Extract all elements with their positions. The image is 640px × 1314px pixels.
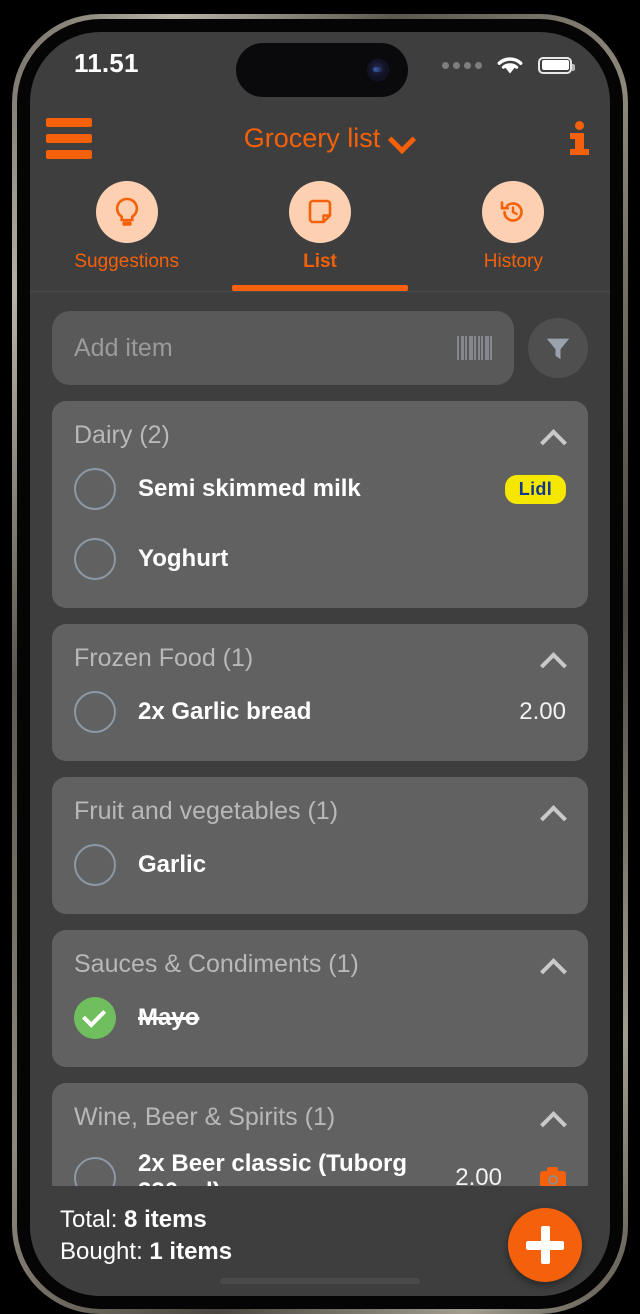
tab-list[interactable]: List [223,180,416,291]
category-card: Sauces & Condiments (1) Mayo [52,930,588,1067]
category-header[interactable]: Fruit and vegetables (1) [52,781,588,830]
wifi-icon [497,57,523,74]
item-checkbox[interactable] [74,997,116,1039]
total-value: 8 items [124,1206,207,1233]
list-title-selector[interactable]: Grocery list [92,123,564,154]
page-title: Grocery list [243,122,381,153]
barcode-icon[interactable] [457,336,492,360]
category-title: Frozen Food (1) [74,644,254,672]
tab-suggestions[interactable]: Suggestions [30,180,223,291]
add-item-button[interactable] [508,1208,582,1282]
add-item-placeholder: Add item [74,333,173,362]
category-header[interactable]: Wine, Beer & Spirits (1) [52,1087,588,1136]
item-checkbox[interactable] [74,691,116,733]
dynamic-island [236,43,408,97]
category-header[interactable]: Dairy (2) [52,405,588,454]
category-card: Frozen Food (1) 2x Garlic bread 2.00 [52,624,588,761]
chevron-up-icon[interactable] [540,1105,566,1131]
item-name: Mayo [138,1004,200,1031]
note-icon [288,181,351,243]
category-card: Fruit and vegetables (1) Garlic [52,777,588,914]
status-clock: 11.51 [74,47,139,78]
front-camera-icon [368,60,388,80]
store-badge: Lidl [504,474,566,504]
tab-label: History [483,251,543,272]
list-item[interactable]: Garlic [52,830,588,900]
status-indicators [442,50,575,76]
category-title: Sauces & Condiments (1) [74,950,359,978]
total-label: Total: [60,1206,118,1233]
list-item[interactable]: 2x Garlic bread 2.00 [52,677,588,747]
category-header[interactable]: Sauces & Condiments (1) [52,934,588,983]
chevron-up-icon[interactable] [540,952,566,978]
search-row: Add item [30,293,610,385]
chevron-up-icon[interactable] [540,646,566,672]
tab-label: Suggestions [74,251,179,272]
bought-row: Bought: 1 items [60,1236,232,1268]
item-name: 2x Garlic bread [138,698,312,725]
category-cards: Dairy (2) Semi skimmed milk Lidl Yoghurt Fro… [30,401,610,1233]
item-checkbox[interactable] [74,468,116,510]
chevron-down-icon [392,128,412,148]
item-price: 2.00 [519,698,566,725]
bought-value: 1 items [149,1237,233,1265]
filter-funnel-icon[interactable] [528,318,588,378]
tab-active-indicator [232,285,408,291]
tab-bar: Suggestions List History [30,180,610,292]
list-item[interactable]: Mayo [52,983,588,1053]
app-top-bar: Grocery list [30,110,610,166]
list-content: Add item Dairy (2) Semi skimmed milk Lidl Y… [30,293,610,1233]
category-title: Fruit and vegetables (1) [74,797,339,825]
item-name: Semi skimmed milk [138,475,361,502]
home-indicator [220,1278,420,1284]
chevron-up-icon[interactable] [540,423,566,449]
totals-summary: Total: 8 items Bought: 1 items [60,1204,232,1267]
info-icon[interactable] [564,121,594,155]
signal-dots-icon [442,61,482,69]
tab-label: List [303,251,337,272]
list-item[interactable]: Semi skimmed milk Lidl [52,454,588,524]
lightbulb-icon [95,181,158,243]
footer-bar: Total: 8 items Bought: 1 items [30,1186,610,1296]
history-clock-icon [482,181,545,243]
category-card: Dairy (2) Semi skimmed milk Lidl Yoghurt [52,401,588,608]
item-name: Garlic [138,851,207,878]
phone-screen: 11.51 Grocery list Suggestions List Hist… [30,32,610,1296]
list-item[interactable]: Yoghurt [52,524,588,594]
bought-label: Bought: [60,1237,143,1265]
battery-full-icon [538,56,575,74]
tab-history[interactable]: History [417,180,610,291]
category-header[interactable]: Frozen Food (1) [52,628,588,677]
category-title: Dairy (2) [74,421,170,449]
item-name: Yoghurt [138,545,229,572]
item-checkbox[interactable] [74,538,116,580]
item-checkbox[interactable] [74,844,116,886]
category-title: Wine, Beer & Spirits (1) [74,1103,336,1131]
total-row: Total: 8 items [60,1204,232,1236]
chevron-up-icon[interactable] [540,799,566,825]
hamburger-menu-icon[interactable] [46,117,92,159]
add-item-input[interactable]: Add item [52,311,514,385]
